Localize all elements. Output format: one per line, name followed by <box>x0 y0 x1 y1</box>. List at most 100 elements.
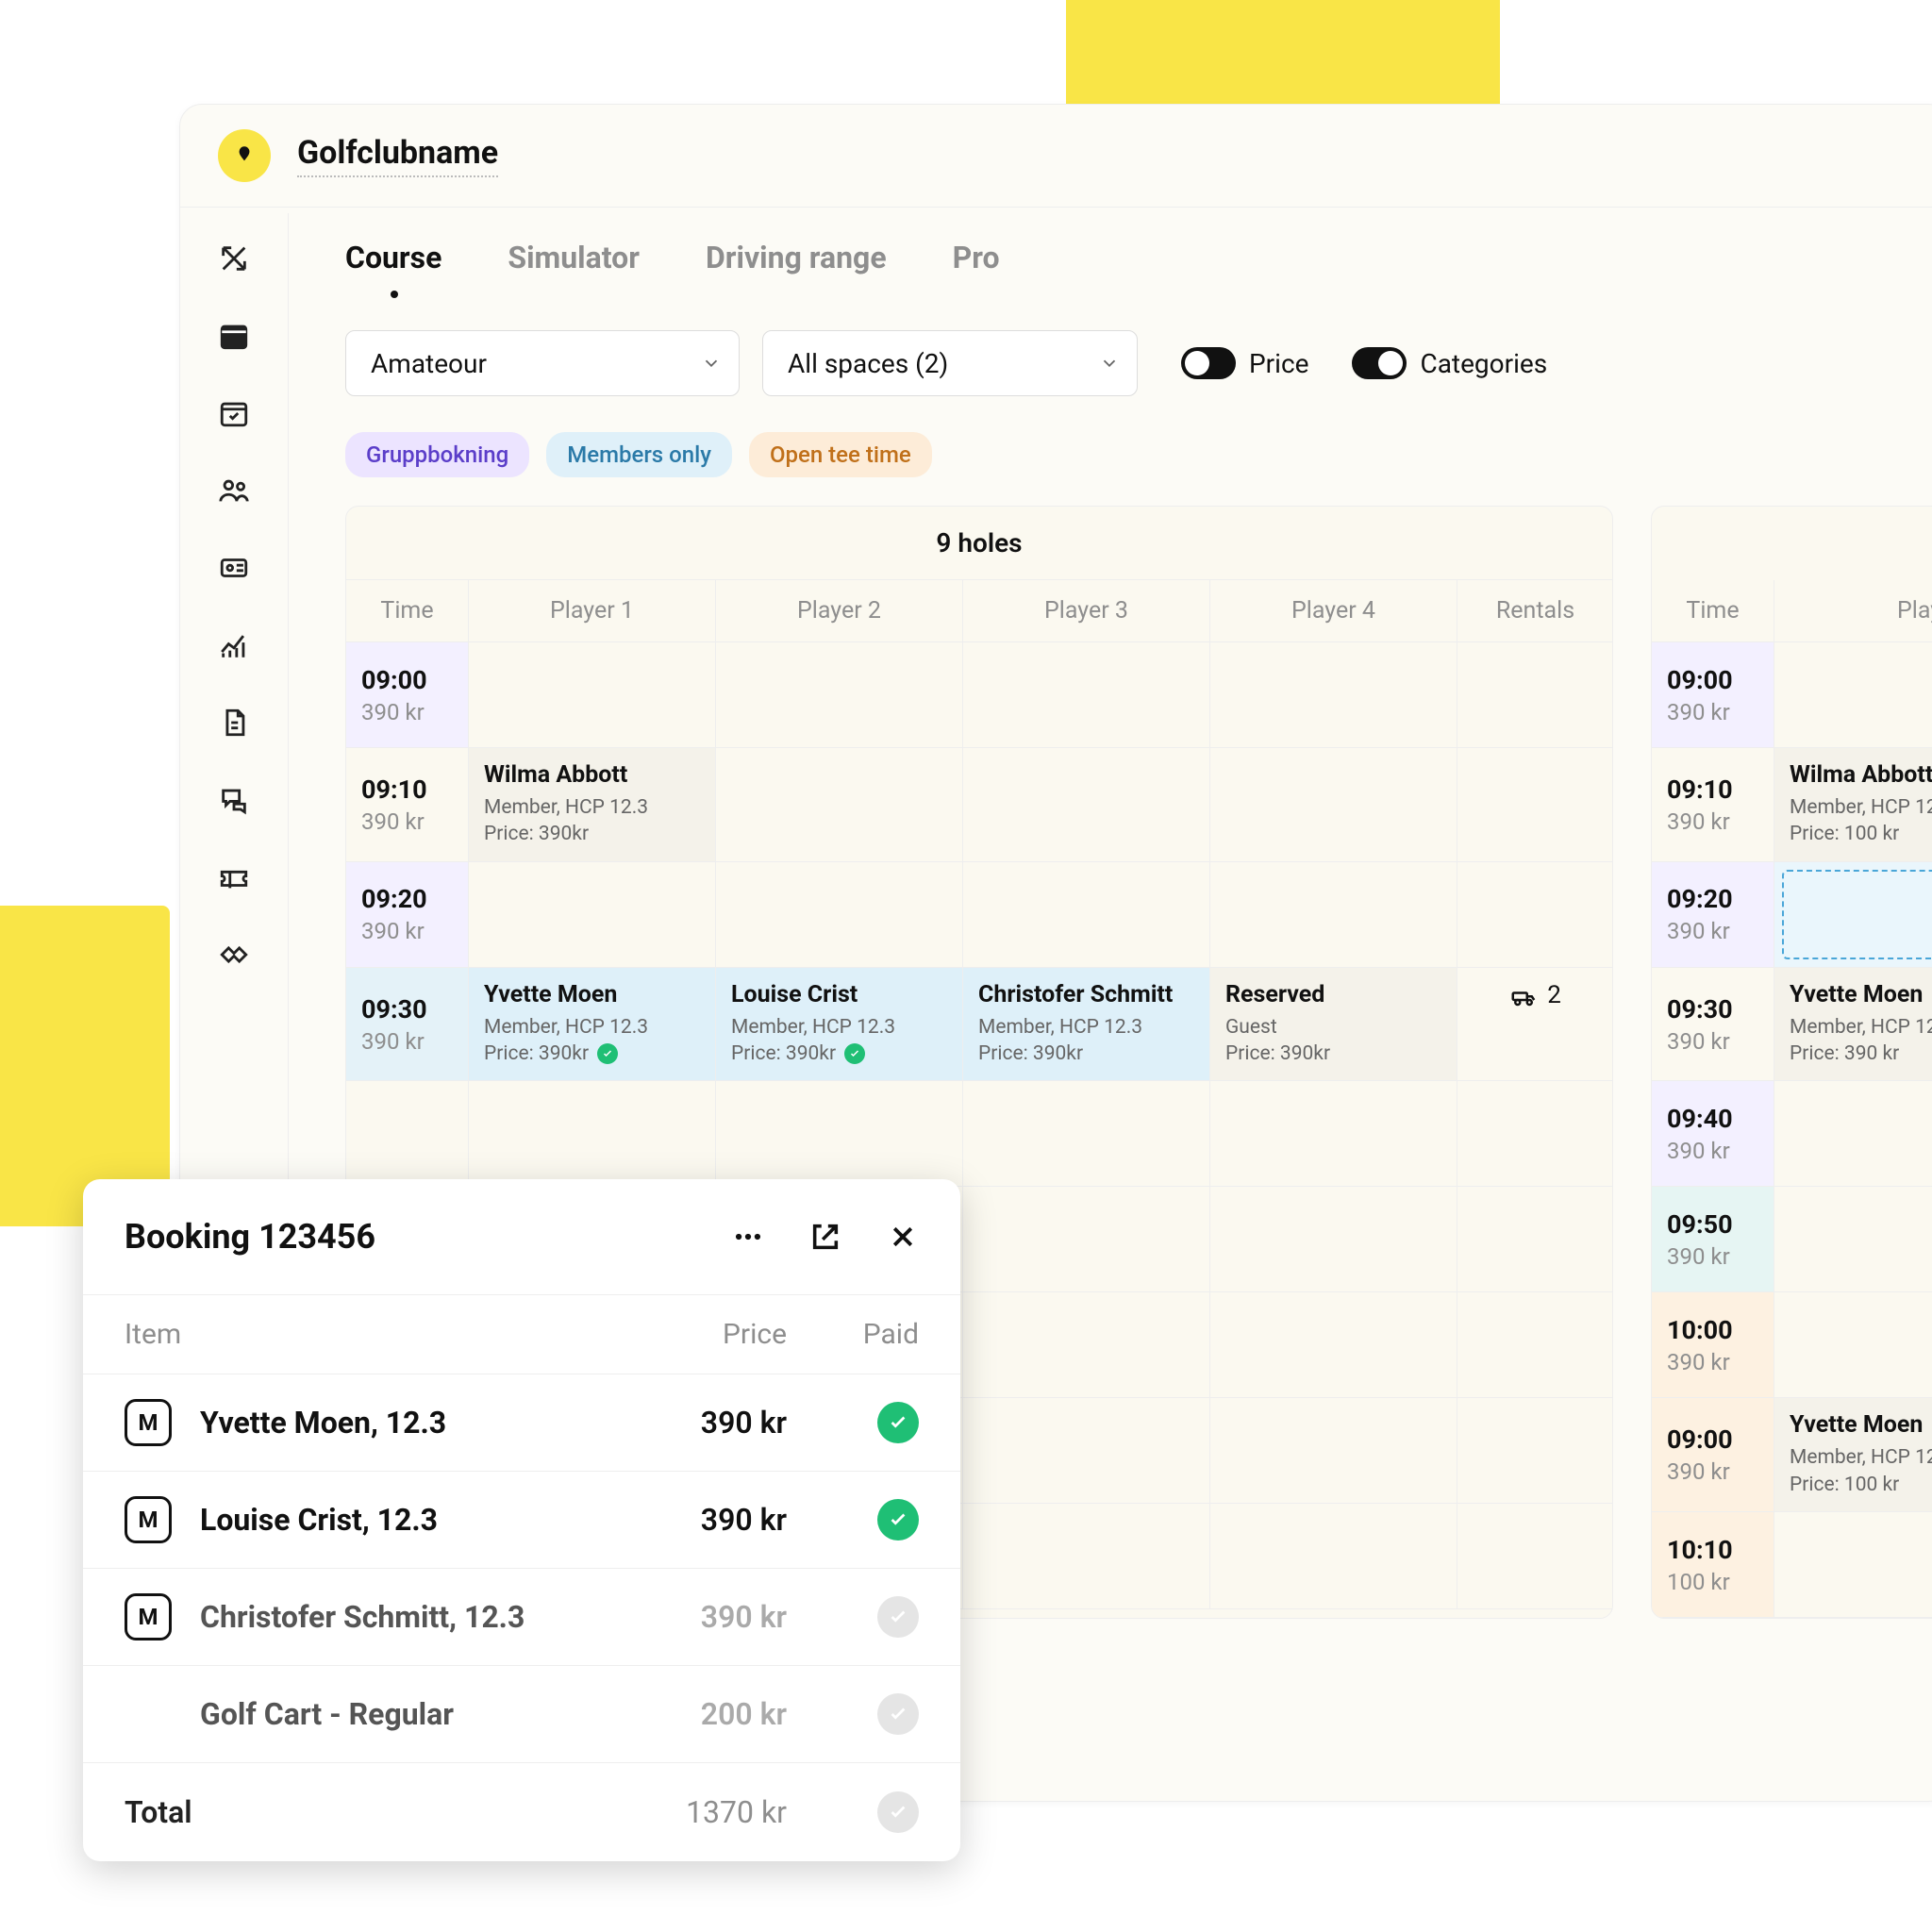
rentals-cell[interactable] <box>1457 748 1613 862</box>
club-name[interactable]: Golfclubname <box>297 134 498 177</box>
level-select[interactable]: Amateour <box>345 330 740 396</box>
time-cell[interactable]: 09:00390 kr <box>1652 642 1774 748</box>
analytics-icon[interactable] <box>217 628 251 662</box>
booking-item-row[interactable]: M Yvette Moen, 12.3 390 kr <box>83 1374 960 1472</box>
header-time: Time <box>1652 580 1774 642</box>
booking-item-row[interactable]: M Louise Crist, 12.3 390 kr <box>83 1472 960 1569</box>
document-icon[interactable] <box>217 706 251 740</box>
empty-slot[interactable] <box>963 642 1210 748</box>
time-cell[interactable]: 09:10390 kr <box>1652 748 1774 862</box>
time-cell[interactable]: 09:20390 kr <box>1652 862 1774 968</box>
close-icon[interactable] <box>887 1221 919 1253</box>
paid-indicator[interactable] <box>877 1693 919 1735</box>
empty-slot[interactable] <box>1210 748 1457 862</box>
player-slot[interactable]: Yvette Moen Member, HCP 12.Price: 100 kr <box>1774 1398 1932 1512</box>
open-external-icon[interactable] <box>809 1221 841 1253</box>
time-cell[interactable]: 09:00390 kr <box>1652 1398 1774 1512</box>
empty-slot[interactable] <box>1210 642 1457 748</box>
empty-slot[interactable] <box>716 748 963 862</box>
time-cell[interactable]: 09:00390 kr <box>346 642 469 748</box>
chip-group-booking[interactable]: Gruppbokning <box>345 432 529 477</box>
category-chips: Gruppbokning Members only Open tee time <box>345 432 1901 477</box>
time-cell[interactable]: 09:20390 kr <box>346 862 469 968</box>
price-toggle[interactable] <box>1181 347 1236 379</box>
empty-slot <box>1210 1504 1457 1609</box>
empty-slot[interactable] <box>716 642 963 748</box>
player-slot[interactable]: Yvette Moen Member, HCP 12.3Price: 390kr <box>469 968 716 1082</box>
empty-slot[interactable] <box>963 748 1210 862</box>
schedule-icon[interactable] <box>217 396 251 430</box>
tab-indicator <box>391 291 398 298</box>
rentals-cell[interactable]: 2 <box>1457 968 1613 1082</box>
time-cell[interactable]: 10:10100 kr <box>1652 1512 1774 1618</box>
empty-slot[interactable] <box>469 642 716 748</box>
empty-slot <box>1457 1187 1613 1292</box>
time-cell[interactable]: 10:00390 kr <box>1652 1292 1774 1398</box>
col-item: Item <box>125 1318 617 1351</box>
player-name: Christofer Schmitt <box>978 981 1194 1008</box>
tab-course[interactable]: Course <box>345 240 441 281</box>
chip-open-tee[interactable]: Open tee time <box>749 432 932 477</box>
ticket-icon[interactable] <box>217 860 251 894</box>
empty-slot <box>1457 1504 1613 1609</box>
time-cell[interactable]: 09:10390 kr <box>346 748 469 862</box>
paid-indicator[interactable] <box>877 1596 919 1638</box>
empty-slot <box>1457 1292 1613 1398</box>
player-meta: GuestPrice: 390kr <box>1225 1014 1441 1068</box>
time-cell[interactable]: 09:40390 kr <box>1652 1081 1774 1187</box>
booking-item-price: 390 kr <box>617 1502 787 1538</box>
paid-indicator[interactable] <box>877 1402 919 1443</box>
chat-icon[interactable] <box>217 783 251 817</box>
empty-slot[interactable] <box>1774 1292 1932 1398</box>
price-toggle-label: Price <box>1249 348 1308 379</box>
empty-slot[interactable] <box>1774 1187 1932 1292</box>
player-slot[interactable]: Wilma Abbott Member, HCP 12.3Price: 390k… <box>469 748 716 862</box>
id-card-icon[interactable] <box>217 551 251 585</box>
time-cell[interactable]: 09:50390 kr <box>1652 1187 1774 1292</box>
player-meta: Member, HCP 12.Price: 390 kr <box>1790 1014 1932 1068</box>
pending-slot[interactable]: ✕ <box>1774 862 1932 968</box>
rentals-cell[interactable] <box>1457 642 1613 748</box>
users-icon[interactable] <box>217 474 251 508</box>
header-time: Time <box>346 580 469 642</box>
empty-slot[interactable] <box>1774 1081 1932 1187</box>
player-slot[interactable]: Reserved GuestPrice: 390kr <box>1210 968 1457 1082</box>
tab-pro[interactable]: Pro <box>953 240 1000 281</box>
empty-slot[interactable] <box>963 862 1210 968</box>
empty-slot[interactable] <box>716 862 963 968</box>
empty-slot <box>1457 1081 1613 1187</box>
expand-icon[interactable] <box>217 242 251 275</box>
empty-slot[interactable] <box>1774 642 1932 748</box>
player-slot[interactable]: Christofer Schmitt Member, HCP 12.3Price… <box>963 968 1210 1082</box>
rentals-cell[interactable] <box>1457 862 1613 968</box>
booking-item-price: 390 kr <box>617 1405 787 1441</box>
tab-simulator[interactable]: Simulator <box>508 240 640 281</box>
filter-bar: Amateour All spaces (2) Price Categories <box>345 330 1901 396</box>
player-name: Yvette Moen <box>1790 981 1932 1008</box>
decorative-blob-left <box>0 906 170 1226</box>
spaces-select[interactable]: All spaces (2) <box>762 330 1138 396</box>
empty-slot[interactable] <box>1210 862 1457 968</box>
more-icon[interactable] <box>732 1221 764 1253</box>
player-slot[interactable]: Wilma Abbott Member, HCP 12.Price: 100 k… <box>1774 748 1932 862</box>
booking-item-row[interactable]: M Golf Cart - Regular 200 kr <box>83 1666 960 1763</box>
chip-members-only[interactable]: Members only <box>546 432 732 477</box>
categories-toggle[interactable] <box>1352 347 1407 379</box>
empty-slot[interactable] <box>469 862 716 968</box>
empty-slot <box>963 1187 1210 1292</box>
booking-item-row[interactable]: M Christofer Schmitt, 12.3 390 kr <box>83 1569 960 1666</box>
tab-driving-range[interactable]: Driving range <box>706 240 887 281</box>
player-meta: Member, HCP 12.3Price: 390kr <box>484 1014 700 1068</box>
player-slot[interactable]: Yvette Moen Member, HCP 12.Price: 390 kr <box>1774 968 1932 1082</box>
empty-slot[interactable] <box>1774 1512 1932 1618</box>
calendar-icon[interactable] <box>217 319 251 353</box>
player-name: Wilma Abbott <box>484 761 700 789</box>
col-paid: Paid <box>787 1318 919 1351</box>
time-cell[interactable]: 09:30390 kr <box>1652 968 1774 1082</box>
total-label: Total <box>125 1794 617 1830</box>
paid-indicator[interactable] <box>877 1499 919 1541</box>
player-meta: Member, HCP 12.3Price: 390kr <box>484 794 700 848</box>
handshake-icon[interactable] <box>217 938 251 972</box>
player-slot[interactable]: Louise Crist Member, HCP 12.3Price: 390k… <box>716 968 963 1082</box>
time-cell[interactable]: 09:30390 kr <box>346 968 469 1082</box>
